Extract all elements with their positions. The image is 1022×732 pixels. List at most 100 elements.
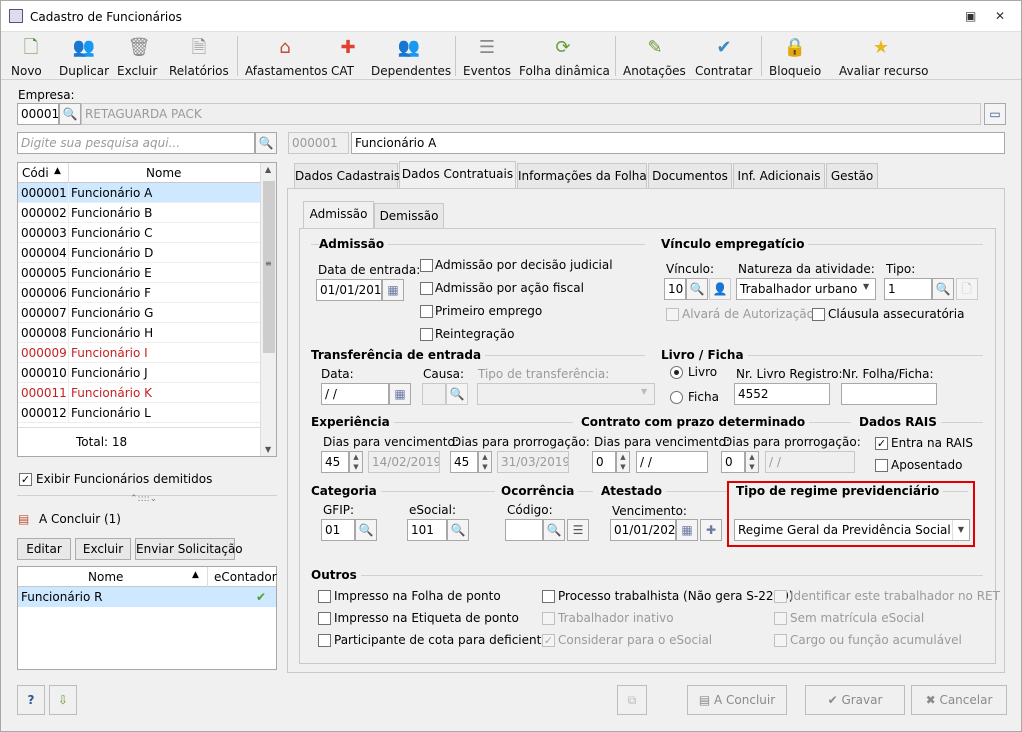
- empresa-code-input[interactable]: 00001: [17, 103, 59, 125]
- processo-checkbox[interactable]: [542, 590, 555, 603]
- natureza-select[interactable]: Trabalhador urbano: [736, 278, 876, 300]
- editar-button[interactable]: Editar: [17, 538, 71, 560]
- help-button[interactable]: ?: [17, 685, 45, 715]
- aposentado-checkbox[interactable]: [875, 459, 888, 472]
- gfip-input[interactable]: 01: [321, 519, 355, 541]
- etiqueta-ponto-checkbox[interactable]: [318, 612, 331, 625]
- primeiro-emprego-checkbox[interactable]: [420, 305, 433, 318]
- esocial-input[interactable]: 101: [407, 519, 447, 541]
- gfip-search-icon[interactable]: 🔍: [355, 519, 377, 541]
- contratar-button[interactable]: ✔ Contratar: [695, 34, 753, 78]
- admissao-judicial-checkbox[interactable]: [420, 259, 433, 272]
- calendar-icon[interactable]: ▦: [382, 279, 404, 301]
- chevron-down-icon[interactable]: ▼: [952, 520, 969, 540]
- bloqueio-button[interactable]: 🔒 Bloqueio: [769, 34, 821, 78]
- duplicar-button[interactable]: 👥 Duplicar: [59, 34, 109, 78]
- table-row[interactable]: 000011 Funcionário K: [18, 383, 260, 403]
- table-row[interactable]: 000005 Funcionário E: [18, 263, 260, 283]
- nr-livro-input[interactable]: 4552: [734, 383, 830, 405]
- novo-button[interactable]: 🗋 Novo: [11, 34, 51, 78]
- excluir-button[interactable]: 🗑 Excluir: [117, 34, 161, 78]
- tab-inf-adicionais[interactable]: Inf. Adicionais: [733, 163, 825, 189]
- ctr-dias-prorr-input[interactable]: 0: [721, 451, 745, 473]
- esocial-search-icon[interactable]: 🔍: [447, 519, 469, 541]
- folha-ponto-checkbox[interactable]: [318, 590, 331, 603]
- table-row[interactable]: 000001 Funcionário A: [18, 183, 260, 203]
- search-input[interactable]: Digite sua pesquisa aqui...: [17, 132, 255, 154]
- codigo-input[interactable]: [505, 519, 543, 541]
- transf-data-input[interactable]: / /: [321, 383, 389, 405]
- livro-radio[interactable]: [670, 366, 683, 379]
- table-row[interactable]: 000010 Funcionário J: [18, 363, 260, 383]
- vinculo-input[interactable]: 10: [664, 278, 686, 300]
- close-icon[interactable]: ✕: [995, 9, 1005, 23]
- list-icon[interactable]: ☰: [567, 519, 589, 541]
- exp-dias-venc-spinner[interactable]: ▲ ▼: [349, 451, 363, 473]
- afastamentos-button[interactable]: ⌂ Afastamentos: [245, 34, 328, 78]
- reintegracao-checkbox[interactable]: [420, 328, 433, 341]
- folha-dinamica-button[interactable]: ⟳ Folha dinâmica: [519, 34, 610, 78]
- natureza-label: Natureza da atividade:: [738, 262, 875, 276]
- add-icon[interactable]: ✚: [700, 519, 722, 541]
- employee-name-input[interactable]: Funcionário A: [351, 132, 1005, 154]
- cat-button[interactable]: ✚ CAT: [331, 34, 365, 78]
- tab-dados-cadastrais[interactable]: Dados Cadastrais: [294, 163, 400, 189]
- table-row[interactable]: 000009 Funcionário I: [18, 343, 260, 363]
- col-name-header[interactable]: Nome: [146, 166, 181, 180]
- calendar-icon[interactable]: ▦: [676, 519, 698, 541]
- pending-col-econtador-header[interactable]: eContador: [214, 570, 277, 584]
- tab-documentos[interactable]: Documentos: [648, 163, 732, 189]
- anotacoes-button[interactable]: ✎ Anotações: [623, 34, 687, 78]
- ctr-dias-venc-input[interactable]: 0: [592, 451, 616, 473]
- table-row[interactable]: 000008 Funcionário H: [18, 323, 260, 343]
- table-row[interactable]: 000002 Funcionário B: [18, 203, 260, 223]
- exp-dias-venc-input[interactable]: 45: [321, 451, 349, 473]
- tab-informacoes-folha[interactable]: Informações da Folha: [517, 163, 647, 189]
- ctr-dias-venc-spinner[interactable]: ▲ ▼: [616, 451, 630, 473]
- exp-dias-prorr-spinner[interactable]: ▲ ▼: [478, 451, 492, 473]
- eventos-button[interactable]: ☰ Eventos: [463, 34, 511, 78]
- clausula-checkbox[interactable]: [812, 308, 825, 321]
- tab-gestao[interactable]: Gestão: [826, 163, 878, 189]
- vinculo-search-icon[interactable]: 🔍: [686, 278, 708, 300]
- cota-deficientes-checkbox[interactable]: [318, 634, 331, 647]
- subtab-demissao[interactable]: Demissão: [374, 203, 444, 229]
- pending-excluir-button[interactable]: Excluir: [75, 538, 131, 560]
- exp-dias-prorr-input[interactable]: 45: [450, 451, 478, 473]
- ctr-dias-prorr-spinner[interactable]: ▲ ▼: [745, 451, 759, 473]
- table-row[interactable]: 000007 Funcionário G: [18, 303, 260, 323]
- enviar-solicitacao-button[interactable]: Enviar Solicitação: [135, 538, 243, 560]
- table-row[interactable]: 000003 Funcionário C: [18, 223, 260, 243]
- col-code-header[interactable]: Códi: [22, 166, 49, 180]
- restore-icon[interactable]: ▣: [965, 9, 976, 23]
- table-row[interactable]: 000004 Funcionário D: [18, 243, 260, 263]
- admissao-fiscal-checkbox[interactable]: [420, 282, 433, 295]
- ficha-radio[interactable]: [670, 391, 683, 404]
- pending-row[interactable]: Funcionário R ✔: [18, 587, 276, 607]
- import-button[interactable]: ⇩: [49, 685, 77, 715]
- ctr-venc-date-input[interactable]: / /: [636, 451, 708, 473]
- dependentes-button[interactable]: 👥 Dependentes: [371, 34, 451, 78]
- relatorios-button[interactable]: 🗎 Relatórios: [169, 34, 229, 78]
- codigo-search-icon[interactable]: 🔍: [543, 519, 565, 541]
- empresa-card-icon[interactable]: ▭: [984, 103, 1006, 125]
- tipo-input[interactable]: 1: [884, 278, 932, 300]
- table-row[interactable]: 000006 Funcionário F: [18, 283, 260, 303]
- show-dismissed-checkbox[interactable]: ✓: [19, 473, 32, 486]
- search-icon[interactable]: 🔍: [255, 132, 277, 154]
- splitter-handle-icon[interactable]: ⌃::::⌄: [130, 494, 157, 504]
- table-row[interactable]: 000012 Funcionário L: [18, 403, 260, 423]
- tipo-search-icon[interactable]: 🔍: [932, 278, 954, 300]
- calendar-icon[interactable]: ▦: [389, 383, 411, 405]
- tab-dados-contratuais[interactable]: Dados Contratuais: [399, 161, 516, 189]
- empresa-search-icon[interactable]: 🔍: [59, 103, 81, 125]
- entra-rais-checkbox[interactable]: ✓: [875, 437, 888, 450]
- nr-folha-input[interactable]: [841, 383, 937, 405]
- avaliar-recurso-button[interactable]: ★ Avaliar recurso: [839, 34, 929, 78]
- list-scrollbar[interactable]: ▲ ≡ ▼: [260, 163, 276, 456]
- regime-select[interactable]: Regime Geral da Previdência Social (RGP: [734, 519, 970, 541]
- data-entrada-input[interactable]: 01/01/2019: [316, 279, 382, 301]
- vencimento-input[interactable]: 01/01/2020: [610, 519, 676, 541]
- subtab-admissao[interactable]: Admissão: [303, 201, 374, 229]
- pending-col-name-header[interactable]: Nome: [88, 570, 123, 584]
